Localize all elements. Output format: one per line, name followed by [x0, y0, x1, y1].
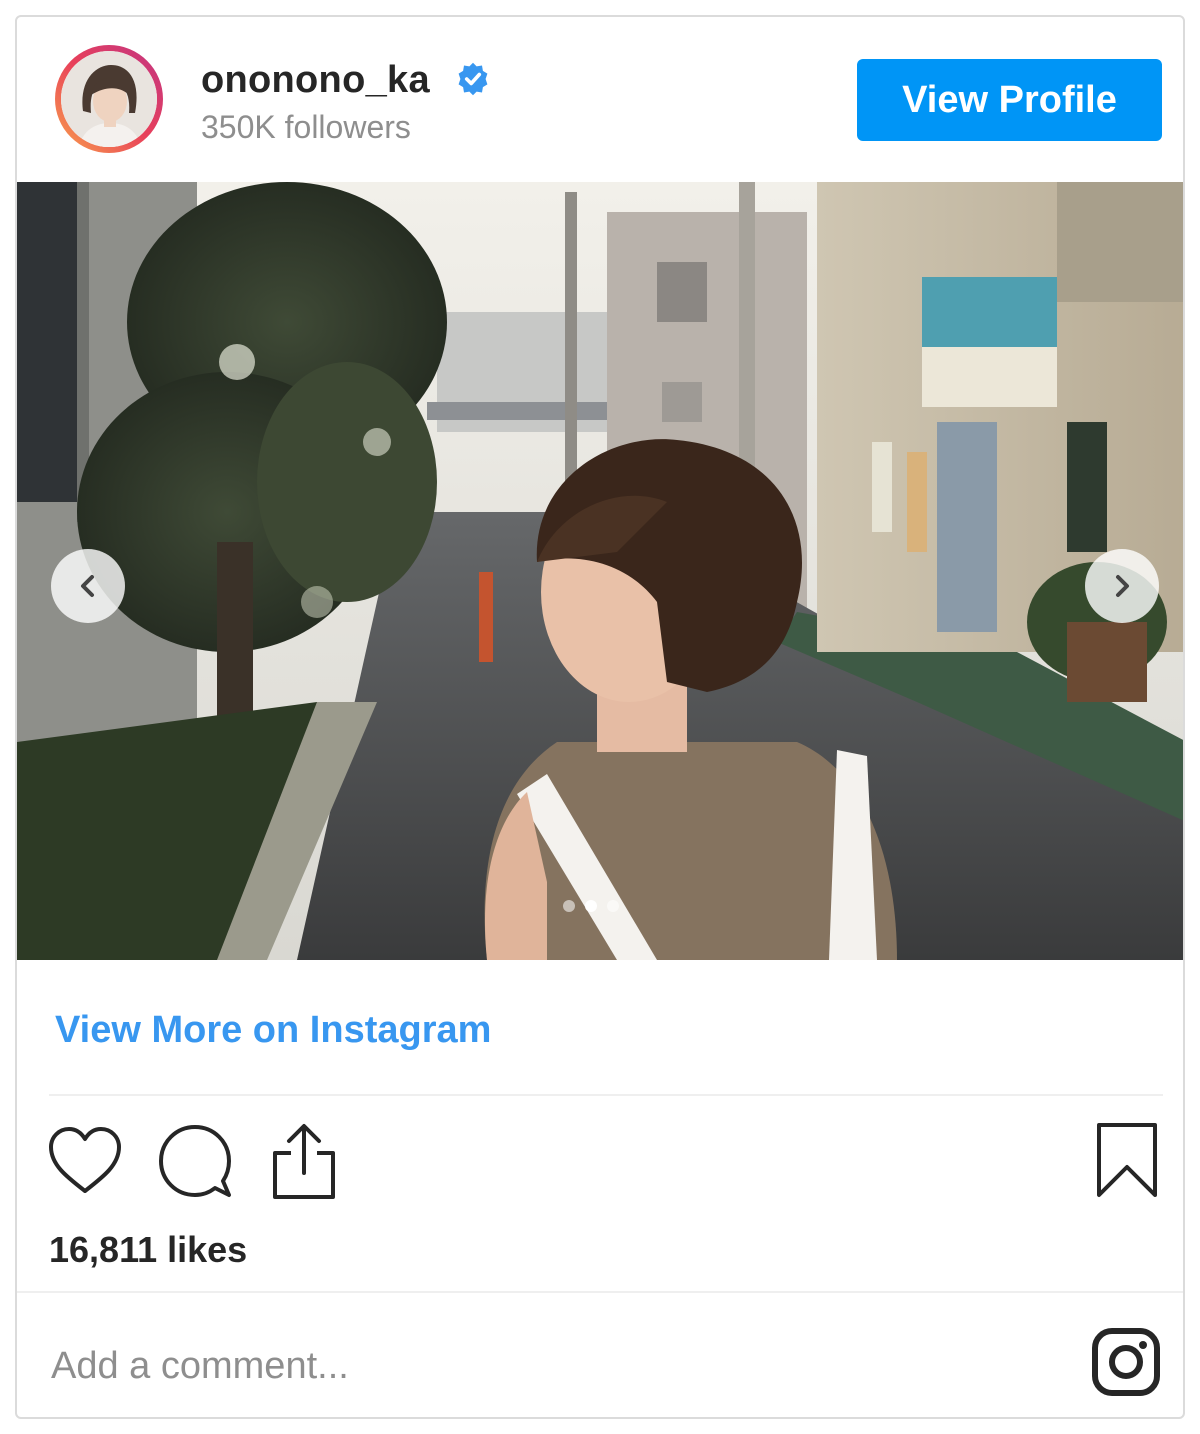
bookmark-icon[interactable] [1095, 1121, 1159, 1199]
view-profile-button[interactable]: View Profile [857, 59, 1162, 141]
post-photo[interactable] [17, 182, 1183, 960]
like-count: 16,811 likes [49, 1229, 248, 1270]
chevron-right-icon [1116, 575, 1129, 597]
instagram-embed-card: ononono_ka 350K followers View Profile V… [15, 15, 1185, 1419]
chevron-left-icon [81, 575, 94, 597]
username[interactable]: ononono_ka [201, 59, 430, 102]
carousel-dot-active [585, 900, 597, 912]
divider [49, 1094, 1163, 1096]
carousel-prev-button[interactable] [51, 549, 125, 623]
avatar[interactable] [55, 45, 163, 153]
verified-badge-icon [458, 62, 488, 96]
carousel-dot [607, 900, 619, 912]
instagram-logo-icon[interactable] [1091, 1327, 1161, 1397]
carousel-next-button[interactable] [1085, 549, 1159, 623]
carousel-indicator [563, 900, 619, 912]
share-icon[interactable] [269, 1121, 339, 1201]
post-header: ononono_ka 350K followers View Profile [17, 17, 1183, 182]
view-more-link[interactable]: View More on Instagram [55, 1009, 491, 1052]
heart-icon[interactable] [47, 1125, 123, 1197]
follower-count: 350K followers [201, 109, 411, 145]
avatar-image [61, 51, 157, 147]
comment-input[interactable] [49, 1335, 1053, 1397]
carousel-dot [563, 900, 575, 912]
divider [17, 1291, 1183, 1293]
comment-icon[interactable] [157, 1123, 233, 1199]
